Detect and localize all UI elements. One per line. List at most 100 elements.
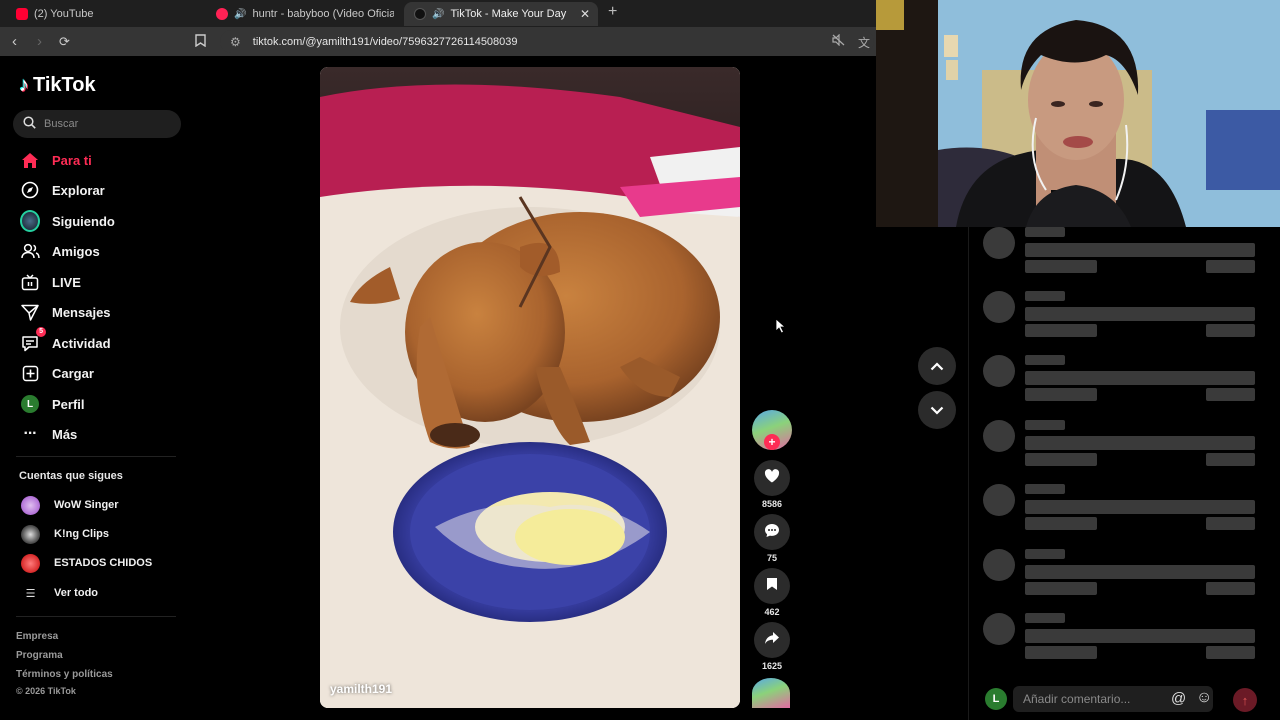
follow-plus-button[interactable]: + (764, 434, 780, 450)
sidebar-item-perfil[interactable]: L Perfil (20, 391, 85, 417)
tab-title: TikTok - Make Your Day (450, 8, 567, 20)
footer-link-programa[interactable]: Programa (16, 650, 63, 661)
following-item[interactable]: WoW Singer (21, 494, 119, 516)
comment-skeleton-row (983, 355, 1273, 403)
sidebar-item-siguiendo[interactable]: Siguiendo (20, 208, 115, 234)
tiktok-logo[interactable]: ♪ TikTok (19, 74, 96, 97)
comment-skeleton-row (983, 484, 1273, 532)
following-item[interactable]: K!ng Clips (21, 523, 109, 545)
skeleton-avatar (983, 549, 1015, 581)
more-icon: ··· (23, 425, 38, 442)
url-text: tiktok.com/@yamilth191/video/75963277261… (252, 35, 518, 48)
sidebar-item-amigos[interactable]: Amigos (20, 238, 100, 264)
sound-avatar[interactable] (752, 678, 790, 708)
sidebar-item-label: Cargar (52, 365, 94, 381)
skeleton-bar (1025, 517, 1097, 530)
mute-site-icon[interactable] (832, 33, 845, 49)
close-tab-icon[interactable]: ✕ (580, 7, 590, 21)
copyright: © 2026 TikTok (16, 686, 76, 696)
sidebar-item-para-ti[interactable]: Para ti (20, 147, 92, 173)
video-author[interactable]: yamilth191 (330, 682, 392, 696)
profile-initial: L (21, 395, 39, 413)
sidebar-item-label: LIVE (52, 274, 81, 290)
comment-skeleton-row (983, 549, 1273, 597)
skeleton-bar (1025, 484, 1065, 494)
heart-icon (764, 469, 780, 487)
list-icon: ☰ (25, 587, 36, 600)
sidebar-item-mensajes[interactable]: Mensajes (20, 299, 111, 325)
sidebar-item-mas[interactable]: ··· Más (20, 421, 78, 447)
tiktok-note-icon: ♪ (19, 74, 29, 96)
sidebar-item-cargar[interactable]: Cargar (20, 360, 94, 386)
search-input[interactable] (44, 118, 164, 130)
comment-skeleton-row (983, 227, 1273, 275)
tab-tiktok[interactable]: 🔊 TikTok - Make Your Day ✕ (404, 2, 598, 26)
back-icon[interactable]: ‹ (12, 33, 17, 50)
share-count: 1625 (761, 661, 783, 671)
skeleton-avatar (983, 420, 1015, 452)
sidebar-item-label: Amigos (52, 243, 100, 259)
comment-count: 75 (766, 553, 777, 563)
comment-skeleton-row (983, 613, 1273, 661)
like-button[interactable] (754, 460, 790, 496)
skeleton-bar (1206, 582, 1255, 595)
sidebar-item-label: Perfil (52, 396, 85, 412)
skeleton-bar (1206, 517, 1255, 530)
skeleton-bar (1025, 646, 1097, 659)
skeleton-bar (1025, 582, 1097, 595)
skeleton-bar (1025, 355, 1065, 365)
webcam-overlay (876, 0, 1280, 227)
youtube-music-icon (216, 8, 228, 20)
search-box[interactable] (13, 110, 181, 138)
skeleton-bar (1025, 227, 1065, 237)
footer-link-terminos[interactable]: Términos y políticas (16, 669, 113, 680)
tab-huntr[interactable]: 🔊 huntr - babyboo (Video Oficial) | (206, 2, 394, 26)
activity-icon: 5 (20, 327, 46, 353)
skeleton-bar (1206, 388, 1255, 401)
screen: (2) YouTube 🔊 huntr - babyboo (Video Ofi… (0, 0, 1280, 720)
reload-icon[interactable]: ⟳ (59, 34, 70, 50)
skeleton-avatar (983, 291, 1015, 323)
footer-link-empresa[interactable]: Empresa (16, 631, 58, 642)
sidebar-item-label: Actividad (52, 335, 111, 351)
sidebar-item-label: Para ti (52, 152, 92, 168)
youtube-icon (16, 8, 28, 20)
send-comment-button[interactable]: ↑ (1233, 688, 1257, 712)
skeleton-bar (1025, 243, 1255, 257)
mention-icon[interactable]: @ (1171, 690, 1186, 707)
friends-icon (20, 241, 40, 261)
site-settings-icon[interactable]: ⚙ (230, 35, 241, 49)
live-icon (20, 272, 40, 292)
save-button[interactable] (754, 568, 790, 604)
forward-icon[interactable]: › (37, 33, 42, 50)
following-item[interactable]: ESTADOS CHIDOS (21, 552, 152, 574)
see-all-link[interactable]: ☰ Ver todo (21, 582, 98, 604)
tab-youtube[interactable]: (2) YouTube (6, 2, 202, 26)
sidebar-item-explorar[interactable]: Explorar (20, 177, 105, 203)
skeleton-bar (1025, 500, 1255, 514)
browser-tab-bar: (2) YouTube 🔊 huntr - babyboo (Video Ofi… (0, 0, 876, 27)
speaker-icon: 🔊 (432, 8, 445, 20)
new-tab-button[interactable]: + (608, 3, 617, 21)
comments-panel: L @ ☺ ↑ (968, 227, 1280, 720)
video-player[interactable]: yamilth191 (320, 67, 740, 708)
upload-icon (20, 363, 40, 383)
previous-video-button[interactable] (918, 347, 956, 385)
sidebar-item-actividad[interactable]: 5 Actividad (20, 327, 111, 356)
comment-skeleton-row (983, 420, 1273, 468)
next-video-button[interactable] (918, 391, 956, 429)
translate-icon[interactable]: 文 (858, 34, 870, 51)
share-button[interactable] (754, 622, 790, 658)
bookmark-icon[interactable] (195, 34, 206, 50)
sidebar-item-live[interactable]: LIVE (20, 269, 81, 295)
url-bar[interactable]: ⚙ tiktok.com/@yamilth191/video/759632772… (220, 30, 874, 53)
compass-icon (20, 180, 40, 200)
comment-button[interactable] (754, 514, 790, 550)
tab-title: (2) YouTube (34, 8, 94, 20)
skeleton-bar (1025, 565, 1255, 579)
skeleton-avatar (983, 484, 1015, 516)
emoji-icon[interactable]: ☺ (1196, 689, 1212, 707)
sidebar-item-label: Explorar (52, 182, 105, 198)
video-frame-image (320, 67, 740, 708)
skeleton-bar (1206, 260, 1255, 273)
